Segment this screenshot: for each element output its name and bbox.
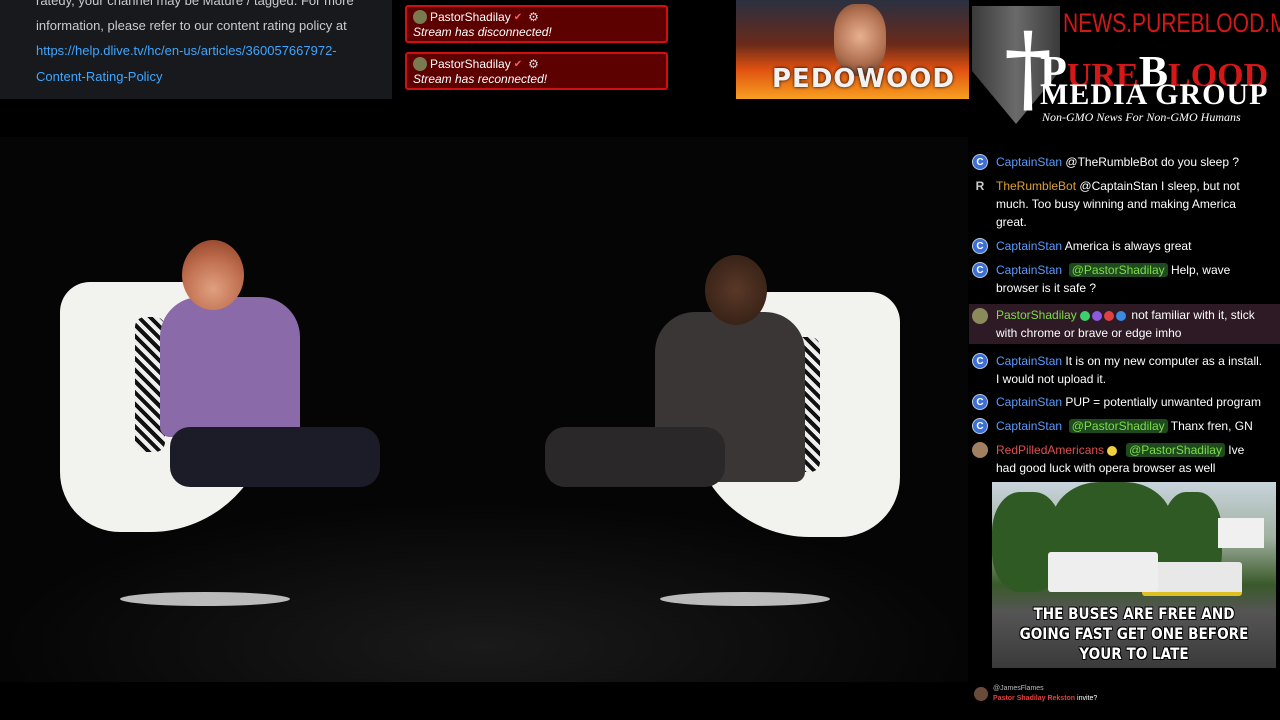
chat-mention: @PastorShadilay bbox=[1068, 263, 1168, 277]
gear-icon[interactable]: ⚙ bbox=[528, 10, 539, 24]
chat-mention: @PastorShadilay bbox=[1126, 443, 1225, 457]
chat-message: C CaptainStan It is on my new computer a… bbox=[969, 352, 1280, 388]
alert-message: Stream has reconnected! bbox=[413, 72, 548, 86]
alert-disconnected: PastorShadilay ✔ ⚙ Stream has disconnect… bbox=[405, 5, 668, 43]
guest-body bbox=[160, 297, 300, 437]
chat-message-highlighted: PastorShadilay not familiar with it, sti… bbox=[969, 304, 1280, 344]
logo-tagline: Non-GMO News For Non-GMO Humans bbox=[1042, 110, 1241, 124]
chat-message: C CaptainStan @TheRumbleBot do you sleep… bbox=[969, 153, 1280, 171]
chat-username[interactable]: PastorShadilay bbox=[996, 308, 1077, 322]
user-badge-icon: C bbox=[972, 238, 988, 254]
alert-reconnected: PastorShadilay ✔ ⚙ Stream has reconnecte… bbox=[405, 52, 668, 90]
tow-truck bbox=[1048, 552, 1158, 592]
logo-url: NEWS.PUREBLOOD.MEDIA bbox=[1063, 8, 1280, 38]
chat-message: R TheRumbleBot @CaptainStan I sleep, but… bbox=[969, 177, 1280, 231]
chat-username[interactable]: CaptainStan bbox=[996, 155, 1062, 169]
thumbnail-text: PEDOWOOD bbox=[772, 64, 955, 94]
badge-icon bbox=[1080, 310, 1091, 321]
billboard bbox=[1218, 518, 1264, 548]
notice-line-2: information, please refer to our content… bbox=[36, 18, 347, 33]
badge-icon bbox=[1092, 310, 1103, 321]
chat-message: C CaptainStan PUP = potentially unwanted… bbox=[969, 393, 1280, 411]
meme-caption: THE BUSES ARE FREE AND GOING FAST GET ON… bbox=[1019, 604, 1249, 663]
preview-end: invite? bbox=[1075, 695, 1098, 702]
chat-text: Thanx fren, GN bbox=[1167, 419, 1253, 433]
right-chair-base bbox=[660, 592, 830, 606]
chat-message: C CaptainStan America is always great bbox=[969, 237, 1280, 255]
policy-link-2[interactable]: Content-Rating-Policy bbox=[36, 64, 392, 90]
verified-check-icon: ✔ bbox=[513, 11, 523, 23]
chat-message: RedPilledAmericans @PastorShadilay Ive h… bbox=[969, 441, 1280, 477]
chat-panel[interactable]: C CaptainStan @TheRumbleBot do you sleep… bbox=[969, 130, 1280, 482]
user-badge-icon: C bbox=[972, 418, 988, 434]
chat-username[interactable]: CaptainStan bbox=[996, 395, 1062, 409]
verified-check-icon: ✔ bbox=[513, 58, 523, 70]
meme-image: THE BUSES ARE FREE AND GOING FAST GET ON… bbox=[992, 482, 1276, 668]
user-avatar-icon bbox=[413, 10, 427, 24]
user-avatar-icon bbox=[972, 442, 988, 458]
left-chair-base bbox=[120, 592, 290, 606]
chat-message: C CaptainStan @PastorShadilay Thanx fren… bbox=[969, 417, 1280, 435]
user-badge-icon: C bbox=[972, 394, 988, 410]
chat-username[interactable]: TheRumbleBot bbox=[996, 179, 1076, 193]
gear-icon[interactable]: ⚙ bbox=[528, 57, 539, 71]
preview-mention: Pastor Shadilay Rekston bbox=[993, 695, 1076, 702]
video-player[interactable] bbox=[0, 137, 968, 682]
chat-text: do you sleep ? bbox=[1157, 155, 1240, 169]
badge-icon bbox=[1107, 445, 1118, 456]
chat-text: America is always great bbox=[1062, 239, 1192, 253]
bot-badge-icon: R bbox=[975, 179, 985, 193]
chat-text: PUP = potentially unwanted program bbox=[1062, 395, 1261, 409]
chat-mention: @PastorShadilay bbox=[1068, 419, 1168, 433]
chat-message: C CaptainStan @PastorShadilay Help, wave… bbox=[969, 261, 1280, 297]
chat-mention: @TheRumbleBot bbox=[1065, 155, 1158, 169]
user-badge-icon: C bbox=[972, 154, 988, 170]
badge-icon bbox=[1116, 310, 1127, 321]
promo-thumbnail[interactable]: PEDOWOOD bbox=[736, 0, 969, 99]
chat-username[interactable]: CaptainStan bbox=[996, 263, 1062, 277]
chat-mention: @CaptainStan bbox=[1079, 179, 1158, 193]
preview-text: Pastor Shadilay Rekston invite? bbox=[993, 694, 1097, 704]
user-avatar-icon bbox=[413, 57, 427, 71]
alert-message: Stream has disconnected! bbox=[413, 25, 552, 39]
content-rating-notice: ratedy, your channel may be Mature / tag… bbox=[0, 0, 392, 99]
host-legs bbox=[545, 427, 725, 487]
policy-link-1[interactable]: https://help.dlive.tv/hc/en-us/articles/… bbox=[36, 38, 392, 64]
chat-username[interactable]: CaptainStan bbox=[996, 419, 1062, 433]
chat-username[interactable]: RedPilledAmericans bbox=[996, 443, 1104, 457]
badge-icon bbox=[1104, 310, 1115, 321]
guest-legs bbox=[170, 427, 380, 487]
logo-line-2: MEDIA GROUP bbox=[1040, 78, 1269, 111]
chat-username[interactable]: CaptainStan bbox=[996, 354, 1062, 368]
alert-user: PastorShadilay bbox=[430, 57, 511, 71]
host-head bbox=[705, 255, 767, 325]
pureblood-logo: † NEWS.PUREBLOOD.MEDIA PUREBLOOD MEDIA G… bbox=[970, 0, 1280, 130]
user-badge-icon: C bbox=[972, 262, 988, 278]
user-badge-icon: C bbox=[972, 353, 988, 369]
user-avatar-icon bbox=[972, 308, 988, 324]
preview-user: @JamesFlames bbox=[993, 685, 1044, 692]
chat-username[interactable]: CaptainStan bbox=[996, 239, 1062, 253]
alert-user: PastorShadilay bbox=[430, 10, 511, 24]
notice-line-1: ratedy, your channel may be Mature / tag… bbox=[36, 0, 354, 8]
guest-head bbox=[182, 240, 244, 310]
user-avatar-icon bbox=[974, 687, 988, 701]
